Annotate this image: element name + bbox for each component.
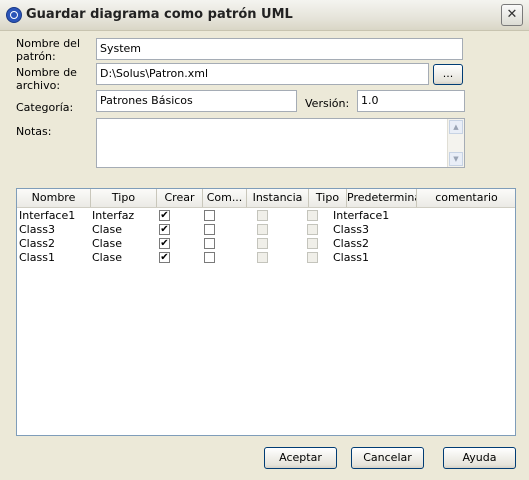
checkbox-tipo [307,238,318,249]
cell-nombre: Class3 [19,223,55,236]
pattern-elements-table[interactable]: Nombre Tipo Crear Com... Instancia Tipo … [16,188,516,436]
checkbox-crear[interactable]: ✔ [159,210,170,221]
column-header-com[interactable]: Com... [203,189,247,207]
version-label: Versión: [305,97,350,110]
cell-predeterminado: Class2 [333,237,369,250]
accept-button[interactable]: Aceptar [264,447,337,469]
table-row[interactable]: Class2 Clase ✔ Class2 [17,237,515,251]
cell-tipo: Clase [92,223,122,236]
version-input[interactable]: 1.0 [357,90,465,112]
checkbox-com[interactable] [204,252,215,263]
column-header-comentario[interactable]: comentario [417,189,516,207]
window-title: Guardar diagrama como patrón UML [26,7,293,22]
cell-tipo: Clase [92,237,122,250]
checkbox-tipo [307,224,318,235]
checkbox-com[interactable] [204,210,215,221]
checkbox-crear[interactable]: ✔ [159,224,170,235]
notes-scrollbar[interactable]: ▲ ▼ [447,119,464,167]
checkbox-tipo [307,210,318,221]
column-header-tipo2[interactable]: Tipo [309,189,347,207]
notes-textarea[interactable]: ▲ ▼ [96,118,465,168]
cell-nombre: Interface1 [19,209,76,222]
scroll-down-icon[interactable]: ▼ [449,152,463,166]
cell-tipo: Interfaz [92,209,135,222]
pattern-name-input[interactable]: System [96,38,463,60]
cell-predeterminado: Class3 [333,223,369,236]
cell-tipo: Clase [92,251,122,264]
checkbox-instancia [257,210,268,221]
file-name-label: Nombre de archivo: [16,66,77,92]
checkbox-crear[interactable]: ✔ [159,238,170,249]
browse-button[interactable]: ... [433,64,463,85]
cell-nombre: Class1 [19,251,55,264]
column-header-tipo[interactable]: Tipo [91,189,157,207]
table-row[interactable]: Interface1 Interfaz ✔ Interface1 [17,209,515,223]
column-header-nombre[interactable]: Nombre [17,189,91,207]
app-icon [6,7,22,23]
title-bar: Guardar diagrama como patrón UML ✕ [0,0,529,31]
close-button[interactable]: ✕ [501,4,523,26]
checkbox-instancia [257,252,268,263]
notes-label: Notas: [16,125,52,138]
table-header: Nombre Tipo Crear Com... Instancia Tipo … [17,189,515,208]
cell-predeterminado: Class1 [333,251,369,264]
cell-predeterminado: Interface1 [333,209,390,222]
table-row[interactable]: Class1 Clase ✔ Class1 [17,251,515,265]
checkbox-crear[interactable]: ✔ [159,252,170,263]
checkbox-instancia [257,224,268,235]
help-button[interactable]: Ayuda [443,447,516,469]
table-row[interactable]: Class3 Clase ✔ Class3 [17,223,515,237]
column-header-predeterminado[interactable]: Predetermina... [347,189,417,207]
checkbox-instancia [257,238,268,249]
cell-nombre: Class2 [19,237,55,250]
category-input[interactable]: Patrones Básicos [96,90,297,112]
column-header-crear[interactable]: Crear [157,189,203,207]
cancel-button[interactable]: Cancelar [351,447,424,469]
pattern-name-label: Nombre del patrón: [16,37,81,63]
scroll-up-icon[interactable]: ▲ [449,120,463,134]
checkbox-com[interactable] [204,238,215,249]
category-label: Categoría: [16,101,74,114]
column-header-instancia[interactable]: Instancia [247,189,309,207]
checkbox-com[interactable] [204,224,215,235]
file-name-input[interactable]: D:\Solus\Patron.xml [96,63,429,85]
checkbox-tipo [307,252,318,263]
